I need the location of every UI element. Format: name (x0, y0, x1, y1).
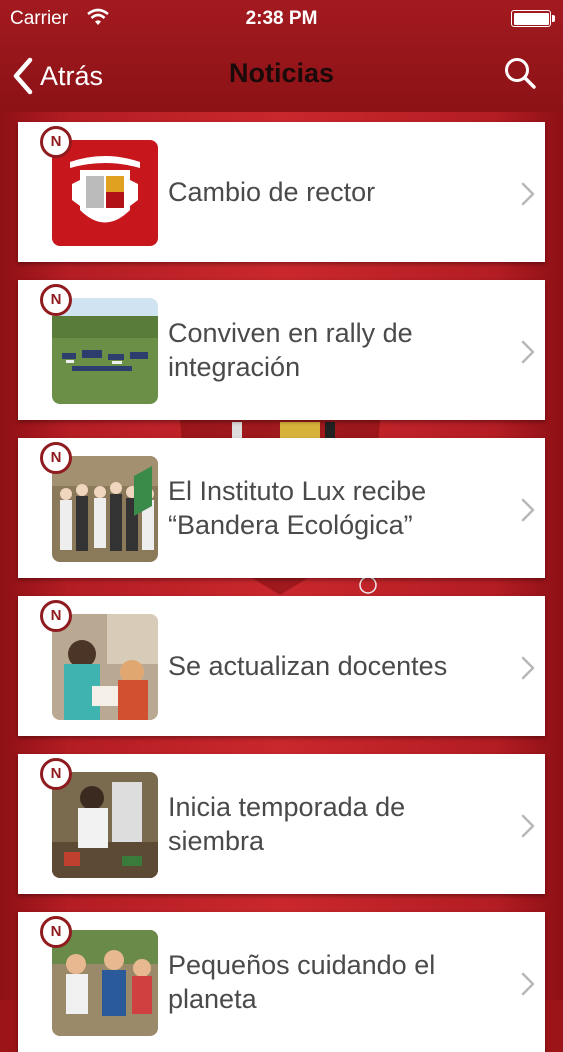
new-badge: N (40, 600, 72, 632)
news-title: Pequeños cuidando el planeta (168, 950, 436, 1014)
news-item[interactable]: N Inicia temporada de siembra (18, 754, 545, 894)
news-thumbnail (52, 298, 158, 404)
news-thumbnail (52, 614, 158, 720)
new-badge: N (40, 916, 72, 948)
new-badge: N (40, 758, 72, 790)
chevron-right-icon (521, 814, 535, 838)
battery-icon (511, 10, 555, 27)
news-title: Conviven en rally de integración (168, 318, 413, 382)
page-title: Noticias (228, 58, 335, 88)
news-thumbnail (52, 140, 158, 246)
news-thumbnail (52, 456, 158, 562)
chevron-right-icon (521, 182, 535, 206)
news-item[interactable]: N Conviven en rally de integración (18, 280, 545, 420)
news-item[interactable]: N El Instituto Lux recibe “Bandera Ecológ… (18, 438, 545, 578)
news-thumbnail (52, 930, 158, 1036)
chevron-right-icon (521, 498, 535, 522)
status-bar: Carrier 2:38 PM (0, 0, 563, 40)
news-title: El Instituto Lux recibe “Bandera Ecológi… (168, 476, 427, 540)
news-item[interactable]: N Cambio de rector (18, 122, 545, 262)
chevron-right-icon (521, 340, 535, 364)
news-thumbnail (52, 772, 158, 878)
news-item[interactable]: N Pequeños cuidando el planeta (18, 912, 545, 1052)
news-title: Cambio de rector (168, 177, 376, 207)
new-badge: N (40, 284, 72, 316)
news-item[interactable]: N Se actualizan docentes (18, 596, 545, 736)
search-icon[interactable] (503, 56, 537, 90)
chevron-right-icon (521, 656, 535, 680)
news-title: Se actualizan docentes (168, 651, 448, 681)
navigation-bar: Atrás Noticias (0, 40, 563, 112)
clock: 2:38 PM (245, 8, 318, 29)
news-title: Inicia temporada de siembra (168, 792, 406, 856)
chevron-right-icon (521, 972, 535, 996)
new-badge: N (40, 126, 72, 158)
new-badge: N (40, 442, 72, 474)
